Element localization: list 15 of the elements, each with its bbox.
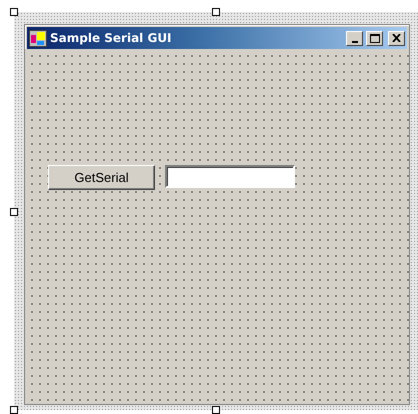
window-title: Sample Serial GUI [50, 30, 173, 47]
close-button[interactable] [388, 30, 405, 46]
resize-handle[interactable] [212, 406, 220, 414]
resize-handle[interactable] [10, 208, 18, 216]
text-field[interactable] [165, 165, 295, 188]
resize-handle[interactable] [212, 8, 220, 16]
close-icon [392, 34, 401, 42]
minimize-icon [352, 40, 358, 42]
minimize-button[interactable] [346, 30, 363, 46]
resize-handle[interactable] [10, 406, 18, 414]
maximize-button[interactable] [366, 30, 383, 46]
get-serial-button[interactable]: GetSerial [48, 165, 155, 190]
app-icon [29, 30, 47, 46]
resize-handle[interactable] [10, 8, 18, 16]
maximize-icon [370, 34, 380, 42]
